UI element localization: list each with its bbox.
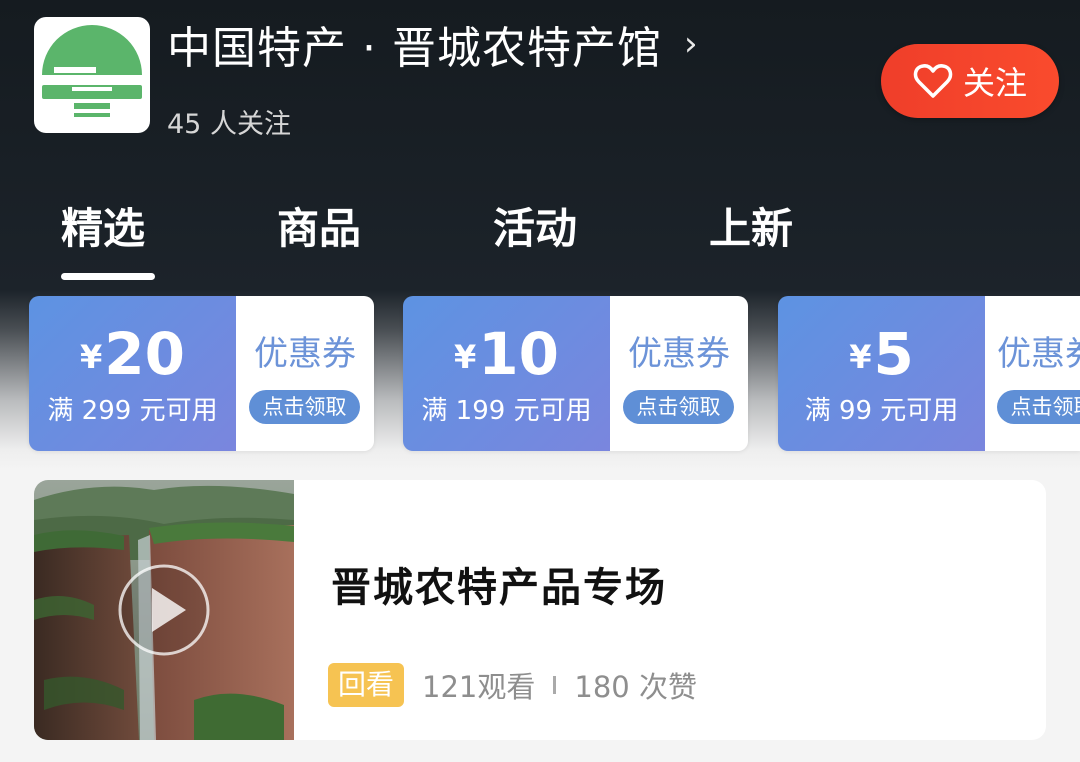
divider: [553, 676, 557, 694]
coupon-action-area: 优惠券 点击领取: [236, 296, 374, 451]
currency-symbol: ¥: [454, 338, 477, 376]
coupon-value-area: ¥20 满 299 元可用: [29, 296, 236, 451]
currency-symbol: ¥: [80, 338, 103, 376]
coupon-amount-value: 10: [478, 320, 559, 388]
follow-button[interactable]: 关注: [881, 44, 1059, 118]
store-title: 中国特产 · 晋城农特产馆: [167, 23, 662, 74]
follow-button-label: 关注: [962, 64, 1027, 102]
live-stats: 回看 121观看 180 次赞: [328, 663, 697, 707]
active-tab-indicator: [61, 273, 155, 280]
coupon-value-area: ¥10 满 199 元可用: [403, 296, 610, 451]
store-logo-icon: [42, 25, 142, 117]
coupon-card[interactable]: ¥10 满 199 元可用 优惠券 点击领取: [403, 296, 748, 451]
coupon-value-area: ¥5 满 99 元可用: [778, 296, 985, 451]
claim-coupon-button[interactable]: 点击领取: [997, 390, 1080, 424]
currency-symbol: ¥: [849, 338, 872, 376]
coupon-amount-value: 5: [873, 320, 914, 388]
coupon-action-area: 优惠券 点击领取: [985, 296, 1080, 451]
coupon-condition: 满 199 元可用: [421, 396, 592, 426]
coupon-action-area: 优惠券 点击领取: [610, 296, 748, 451]
coupon-amount: ¥5: [778, 322, 985, 389]
tab-products[interactable]: 商品: [277, 195, 361, 255]
coupon-label: 优惠券: [254, 334, 356, 374]
replay-badge: 回看: [328, 663, 405, 707]
view-count: 121观看: [422, 670, 536, 704]
like-count: 180 次赞: [574, 670, 697, 704]
chevron-right-icon: ›: [683, 24, 699, 64]
store-title-link[interactable]: 中国特产 · 晋城农特产馆 ›: [167, 14, 699, 74]
coupon-condition: 满 299 元可用: [47, 396, 218, 426]
follower-count: 45 人关注: [167, 109, 291, 140]
claim-coupon-button[interactable]: 点击领取: [623, 390, 734, 424]
coupon-card[interactable]: ¥5 满 99 元可用 优惠券 点击领取: [778, 296, 1080, 451]
live-replay-card[interactable]: 晋城农特产品专场 回看 121观看 180 次赞: [34, 480, 1046, 740]
coupon-label: 优惠券: [628, 334, 730, 374]
coupon-amount-value: 20: [104, 320, 185, 388]
coupon-condition: 满 99 元可用: [804, 396, 959, 426]
coupon-amount: ¥10: [403, 322, 610, 389]
coupon-amount: ¥20: [29, 322, 236, 389]
video-thumbnail[interactable]: [34, 480, 294, 740]
heart-icon: [913, 64, 953, 98]
tab-new-arrivals[interactable]: 上新: [709, 195, 793, 255]
store-logo[interactable]: [34, 17, 150, 133]
cliff-landscape-image: [34, 480, 294, 740]
tab-featured[interactable]: 精选: [61, 195, 145, 255]
tab-activities[interactable]: 活动: [493, 195, 577, 255]
coupon-label: 优惠券: [997, 334, 1080, 374]
coupon-card[interactable]: ¥20 满 299 元可用 优惠券 点击领取: [29, 296, 374, 451]
claim-coupon-button[interactable]: 点击领取: [249, 390, 360, 424]
live-title: 晋城农特产品专场: [331, 565, 667, 611]
tab-bar: 精选 商品 活动 上新: [0, 195, 1080, 285]
